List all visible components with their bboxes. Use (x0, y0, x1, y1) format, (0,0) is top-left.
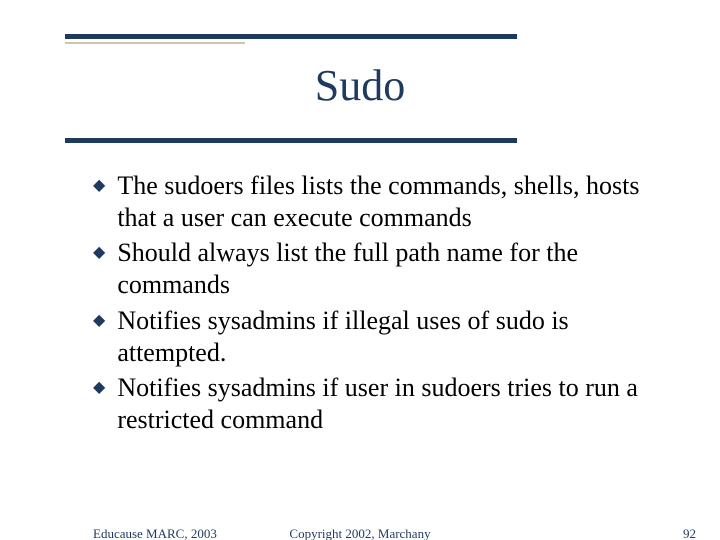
accent-rule (65, 42, 245, 44)
top-rule (65, 34, 517, 39)
bullet-icon: ◆ (93, 380, 105, 396)
list-item: ◆ Notifies sysadmins if user in sudoers … (93, 372, 650, 435)
bullet-text: The sudoers files lists the commands, sh… (117, 170, 650, 233)
bullet-icon: ◆ (93, 245, 105, 261)
list-item: ◆ The sudoers files lists the commands, … (93, 170, 650, 233)
bullet-icon: ◆ (93, 178, 105, 194)
footer-center: Copyright 2002, Marchany (0, 526, 720, 540)
slide-title: Sudo (0, 60, 720, 111)
bullet-icon: ◆ (93, 313, 105, 329)
list-item: ◆ Should always list the full path name … (93, 237, 650, 300)
bottom-rule (65, 138, 517, 143)
bullet-text: Notifies sysadmins if illegal uses of su… (117, 305, 650, 368)
list-item: ◆ Notifies sysadmins if illegal uses of … (93, 305, 650, 368)
bullet-text: Notifies sysadmins if user in sudoers tr… (117, 372, 650, 435)
footer-page-number: 92 (683, 526, 696, 540)
bullet-text: Should always list the full path name fo… (117, 237, 650, 300)
bullet-list: ◆ The sudoers files lists the commands, … (93, 170, 650, 440)
